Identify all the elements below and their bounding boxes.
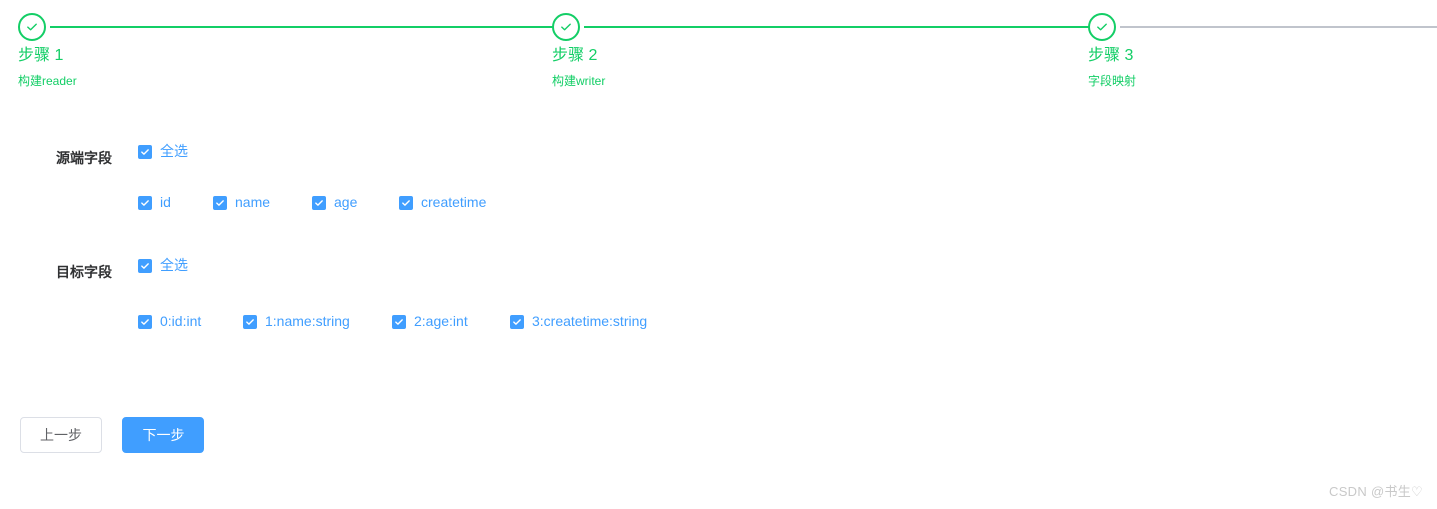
checkbox-checked-icon	[392, 314, 406, 329]
target-field-checkbox-id[interactable]: 0:id:int	[138, 312, 201, 331]
source-fields-label: 源端字段	[56, 150, 112, 166]
check-circle-icon-1	[18, 13, 46, 41]
source-field-checkbox-createtime[interactable]: createtime	[399, 193, 486, 212]
source-field-checkbox-age[interactable]: age	[312, 193, 357, 212]
wizard-footer: 上一步 下一步	[20, 417, 205, 453]
step-progress-bar: 步骤 1 构建reader 步骤 2 构建writer 步骤 3 字段映射	[0, 0, 1437, 110]
target-field-checkbox-name[interactable]: 1:name:string	[243, 312, 350, 331]
source-select-all-checkbox[interactable]: 全选	[138, 142, 188, 161]
checkbox-checked-icon	[213, 195, 227, 210]
source-field-label: createtime	[421, 194, 487, 210]
step-connector-line-2	[584, 26, 1104, 28]
target-field-label: 3:createtime:string	[532, 313, 648, 329]
checkbox-checked-icon	[138, 314, 152, 329]
csdn-watermark: CSDN @书生♡	[1329, 484, 1423, 499]
target-field-checkbox-age[interactable]: 2:age:int	[392, 312, 468, 331]
source-field-checkbox-id[interactable]: id	[138, 193, 171, 212]
step-title-2: 步骤 2	[552, 47, 598, 64]
target-field-checkbox-createtime[interactable]: 3:createtime:string	[510, 312, 647, 331]
check-circle-icon-3	[1088, 13, 1116, 41]
source-select-all-label: 全选	[160, 143, 188, 159]
target-fields-label: 目标字段	[56, 264, 112, 280]
target-field-label: 0:id:int	[160, 313, 202, 329]
source-field-label: id	[160, 194, 171, 210]
step-title-1: 步骤 1	[18, 47, 64, 64]
source-field-label: age	[334, 194, 358, 210]
checkbox-checked-icon	[243, 314, 257, 329]
target-field-label: 2:age:int	[414, 313, 468, 329]
step-description-2: 构建writer	[552, 74, 606, 88]
step-connector-line-1	[50, 26, 570, 28]
step-description-1: 构建reader	[18, 74, 77, 88]
checkbox-checked-icon	[399, 195, 413, 210]
source-field-checkbox-name[interactable]: name	[213, 193, 270, 212]
step-connector-line-3	[1120, 26, 1437, 28]
previous-step-button[interactable]: 上一步	[20, 417, 102, 453]
checkbox-checked-icon	[312, 195, 326, 210]
step-title-3: 步骤 3	[1088, 47, 1134, 64]
checkbox-checked-icon	[138, 144, 152, 159]
source-field-label: name	[235, 194, 271, 210]
check-circle-icon-2	[552, 13, 580, 41]
checkbox-checked-icon	[138, 258, 152, 273]
step-description-3: 字段映射	[1088, 74, 1137, 88]
target-select-all-checkbox[interactable]: 全选	[138, 256, 188, 275]
next-step-button[interactable]: 下一步	[122, 417, 205, 453]
checkbox-checked-icon	[138, 195, 152, 210]
checkbox-checked-icon	[510, 314, 524, 329]
target-select-all-label: 全选	[160, 257, 188, 273]
target-field-label: 1:name:string	[265, 313, 350, 329]
